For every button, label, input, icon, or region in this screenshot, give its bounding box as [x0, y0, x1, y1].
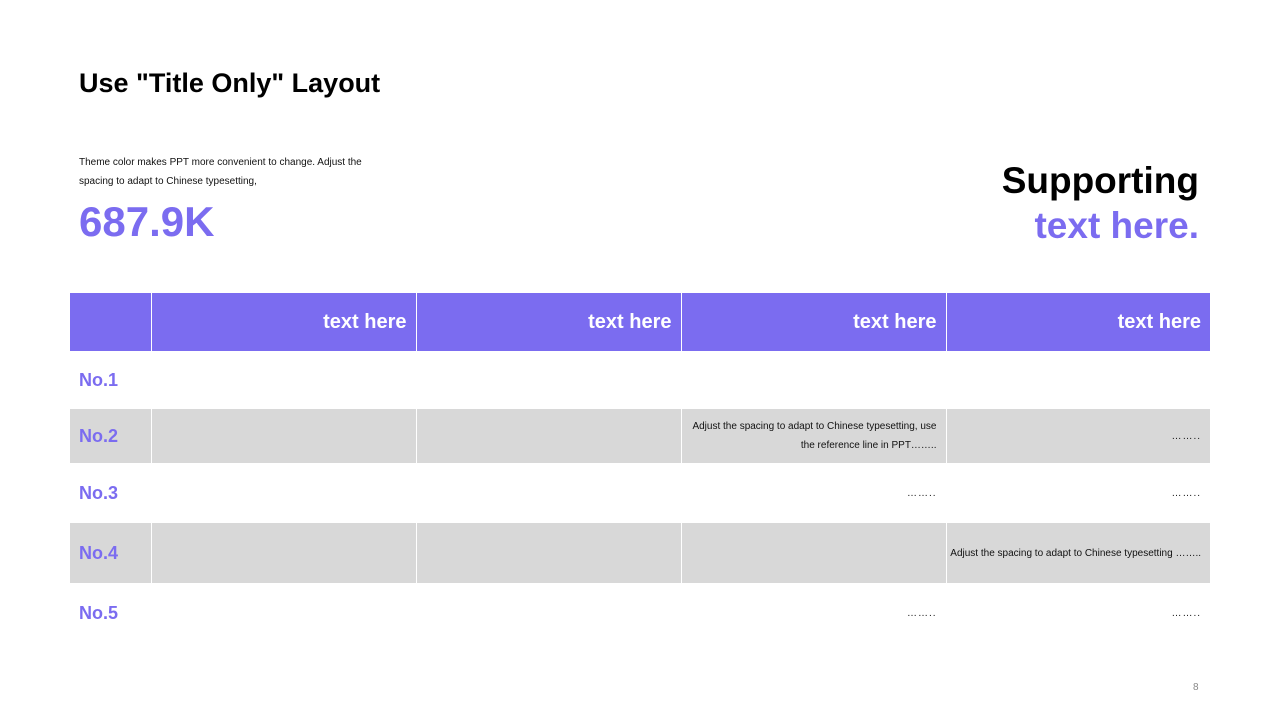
table-header-cell: text here	[416, 293, 682, 351]
table-cell: ……..	[946, 409, 1210, 463]
supporting-line-2: text here.	[1034, 205, 1199, 246]
table-cell: ……..	[681, 583, 947, 643]
table-cell	[681, 523, 947, 583]
table-row: No.1	[70, 351, 1210, 409]
table-cell	[416, 463, 682, 523]
table-row: No.4 Adjust the spacing to adapt to Chin…	[70, 523, 1210, 583]
table-header-cell: text here	[151, 293, 417, 351]
data-table: text here text here text here text here …	[70, 293, 1210, 643]
table-cell	[151, 351, 417, 409]
table-row: No.5 …….. ……..	[70, 583, 1210, 643]
table-cell	[416, 583, 682, 643]
table-cell	[416, 351, 682, 409]
table-cell: ……..	[946, 463, 1210, 523]
row-label: No.4	[70, 523, 152, 583]
table-header-row: text here text here text here text here	[70, 293, 1210, 351]
table-cell	[416, 523, 682, 583]
supporting-text: Supporting text here.	[1002, 158, 1199, 248]
table-cell	[416, 409, 682, 463]
row-label: No.5	[70, 583, 152, 643]
slide-title: Use "Title Only" Layout	[79, 68, 381, 98]
table-cell	[681, 351, 947, 409]
table-cell	[151, 409, 417, 463]
table-header-cell: text here	[681, 293, 947, 351]
description-text: Theme color makes PPT more convenient to…	[79, 157, 362, 187]
table-cell: ……..	[946, 583, 1210, 643]
highlight-number: 687.9K	[79, 198, 215, 245]
table-cell	[151, 523, 417, 583]
row-label: No.2	[70, 409, 152, 463]
row-label: No.3	[70, 463, 152, 523]
table-cell	[151, 463, 417, 523]
table-cell: ……..	[681, 463, 947, 523]
page-number: 8	[1193, 682, 1199, 693]
supporting-line-1: Supporting	[1001, 160, 1199, 201]
table-header-cell: text here	[946, 293, 1210, 351]
table-cell	[946, 351, 1210, 409]
table-row: No.3 …….. ……..	[70, 463, 1210, 523]
row-label: No.1	[70, 351, 152, 409]
table-header-cell	[70, 293, 152, 351]
table-cell: Adjust the spacing to adapt to Chinese t…	[681, 409, 947, 463]
table-cell: Adjust the spacing to adapt to Chinese t…	[946, 523, 1210, 583]
table-row: No.2 Adjust the spacing to adapt to Chin…	[70, 409, 1210, 463]
table-cell	[151, 583, 417, 643]
